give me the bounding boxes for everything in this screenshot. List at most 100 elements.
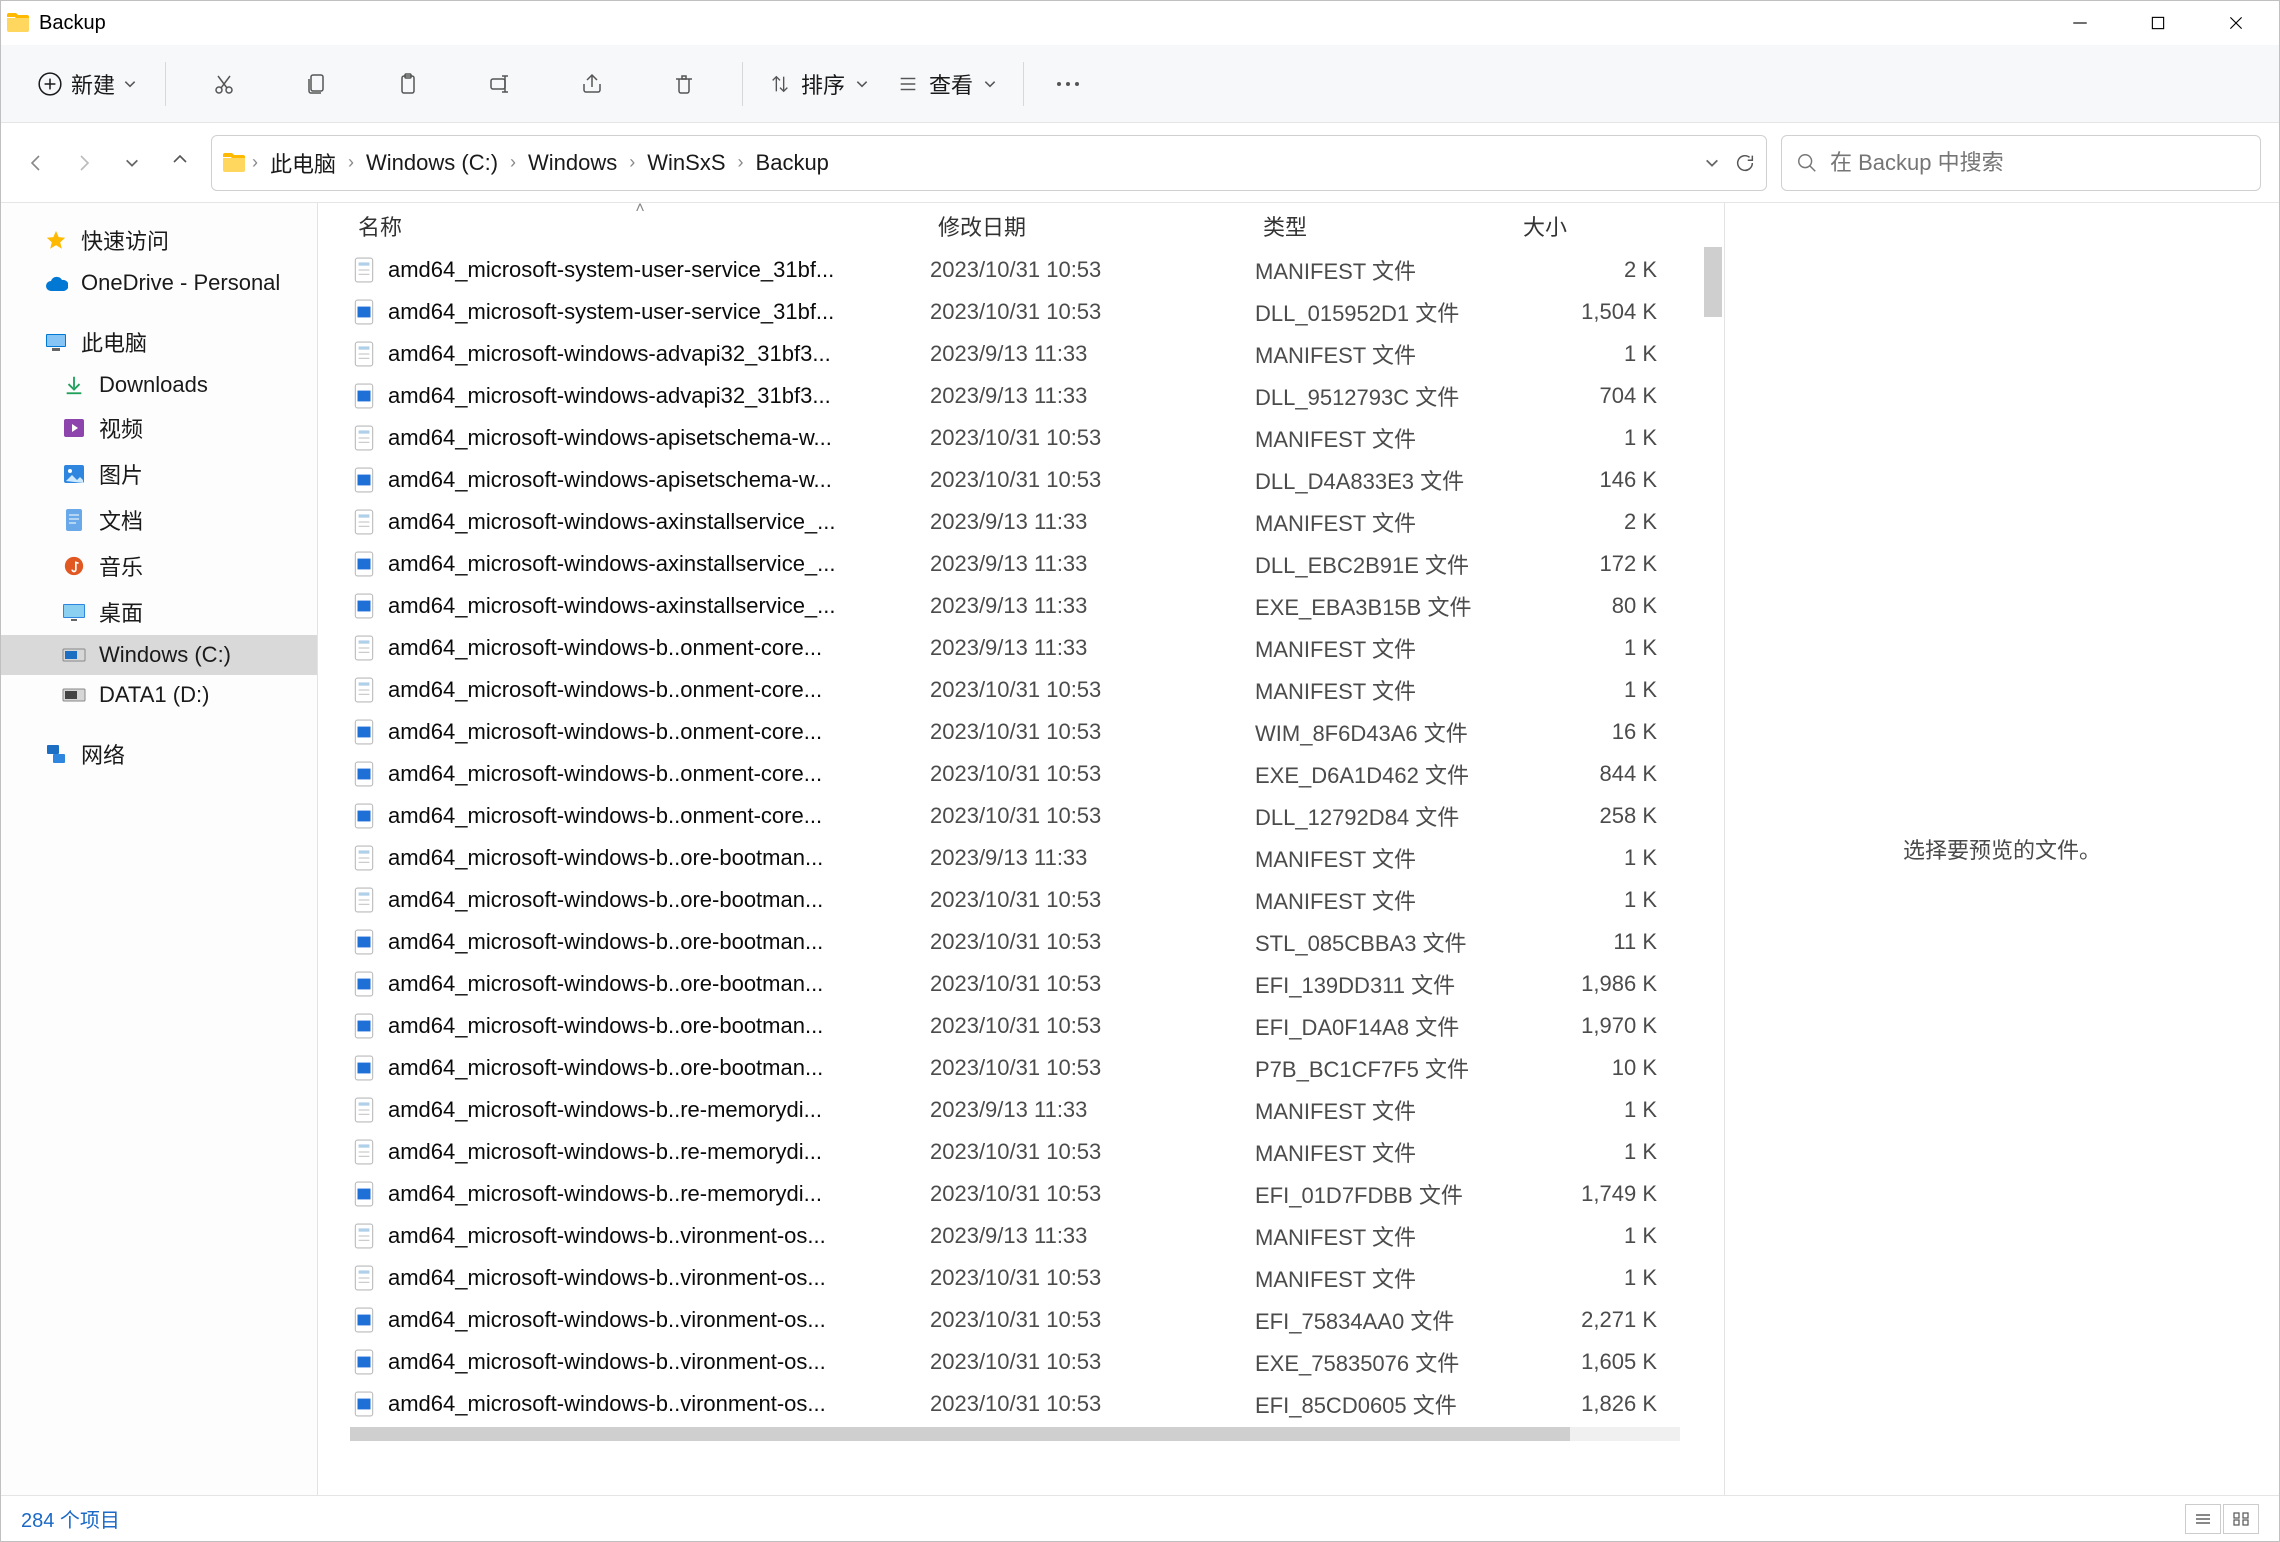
sidebar-item-label: DATA1 (D:) xyxy=(99,682,209,708)
table-row[interactable]: amd64_microsoft-windows-b..re-memorydi..… xyxy=(318,1131,1702,1173)
breadcrumb-item[interactable]: Windows (C:) xyxy=(360,148,504,178)
table-row[interactable]: amd64_microsoft-windows-b..vironment-os.… xyxy=(318,1257,1702,1299)
sidebar-item[interactable]: 图片 xyxy=(1,451,317,497)
table-row[interactable]: amd64_microsoft-windows-b..ore-bootman..… xyxy=(318,963,1702,1005)
sidebar-item[interactable]: 此电脑 xyxy=(1,319,317,365)
refresh-button[interactable] xyxy=(1734,152,1756,174)
table-row[interactable]: amd64_microsoft-windows-b..vironment-os.… xyxy=(318,1341,1702,1383)
file-size: 2,271 K xyxy=(1515,1307,1665,1333)
sidebar-item[interactable]: Windows (C:) xyxy=(1,635,317,675)
search-box[interactable] xyxy=(1781,135,2261,191)
table-row[interactable]: amd64_microsoft-windows-apisetschema-w..… xyxy=(318,459,1702,501)
table-row[interactable]: amd64_microsoft-system-user-service_31bf… xyxy=(318,249,1702,291)
table-row[interactable]: amd64_microsoft-windows-b..vironment-os.… xyxy=(318,1215,1702,1257)
back-button[interactable] xyxy=(19,146,53,180)
col-type[interactable]: 类型 xyxy=(1255,210,1515,242)
file-name: amd64_microsoft-windows-b..vironment-os.… xyxy=(388,1265,930,1291)
file-icon xyxy=(350,676,378,704)
file-size: 10 K xyxy=(1515,1055,1665,1081)
sidebar-item[interactable]: DATA1 (D:) xyxy=(1,675,317,715)
table-row[interactable]: amd64_microsoft-system-user-service_31bf… xyxy=(318,291,1702,333)
chevron-down-icon[interactable] xyxy=(1704,155,1720,171)
sidebar-item[interactable]: Downloads xyxy=(1,365,317,405)
table-row[interactable]: amd64_microsoft-windows-b..ore-bootman..… xyxy=(318,1047,1702,1089)
copy-button[interactable] xyxy=(296,64,336,104)
table-row[interactable]: amd64_microsoft-windows-advapi32_31bf3..… xyxy=(318,375,1702,417)
up-button[interactable] xyxy=(163,146,197,180)
breadcrumb-item[interactable]: WinSxS xyxy=(641,148,731,178)
file-size: 2 K xyxy=(1515,509,1665,535)
table-row[interactable]: amd64_microsoft-windows-b..ore-bootman..… xyxy=(318,1005,1702,1047)
sort-button[interactable]: 排序 xyxy=(759,60,879,108)
file-icon xyxy=(350,550,378,578)
preview-empty-text: 选择要预览的文件。 xyxy=(1903,833,2101,865)
file-date: 2023/10/31 10:53 xyxy=(930,467,1255,493)
file-date: 2023/10/31 10:53 xyxy=(930,1391,1255,1417)
search-input[interactable] xyxy=(1830,150,2246,176)
file-date: 2023/9/13 11:33 xyxy=(930,845,1255,871)
file-icon xyxy=(350,634,378,662)
table-row[interactable]: amd64_microsoft-windows-b..vironment-os.… xyxy=(318,1299,1702,1341)
address-bar[interactable]: › 此电脑›Windows (C:)›Windows›WinSxS›Backup xyxy=(211,135,1767,191)
file-date: 2023/10/31 10:53 xyxy=(930,887,1255,913)
table-row[interactable]: amd64_microsoft-windows-advapi32_31bf3..… xyxy=(318,333,1702,375)
minimize-button[interactable] xyxy=(2041,1,2119,45)
file-type: EXE_D6A1D462 文件 xyxy=(1255,758,1515,790)
sidebar-item[interactable]: 音乐 xyxy=(1,543,317,589)
table-row[interactable]: amd64_microsoft-windows-b..ore-bootman..… xyxy=(318,837,1702,879)
table-row[interactable]: amd64_microsoft-windows-b..ore-bootman..… xyxy=(318,879,1702,921)
recent-locations-button[interactable] xyxy=(115,146,149,180)
more-button[interactable] xyxy=(1048,64,1088,104)
details-view-button[interactable] xyxy=(2185,1504,2221,1534)
network-icon xyxy=(43,741,69,767)
sidebar-item[interactable]: 文档 xyxy=(1,497,317,543)
folder-icon xyxy=(222,153,246,173)
table-row[interactable]: amd64_microsoft-windows-b..onment-core..… xyxy=(318,753,1702,795)
sidebar-item[interactable]: 快速访问 xyxy=(1,217,317,263)
file-date: 2023/10/31 10:53 xyxy=(930,929,1255,955)
thumbnails-view-button[interactable] xyxy=(2223,1504,2259,1534)
col-date[interactable]: 修改日期 xyxy=(930,210,1255,242)
horizontal-scrollbar[interactable] xyxy=(318,1425,1702,1443)
table-row[interactable]: amd64_microsoft-windows-axinstallservice… xyxy=(318,543,1702,585)
view-button[interactable]: 查看 xyxy=(887,60,1007,108)
file-icon xyxy=(350,340,378,368)
sidebar-item[interactable]: 桌面 xyxy=(1,589,317,635)
paste-button[interactable] xyxy=(388,64,428,104)
table-row[interactable]: amd64_microsoft-windows-b..onment-core..… xyxy=(318,669,1702,711)
table-row[interactable]: amd64_microsoft-windows-b..vironment-os.… xyxy=(318,1383,1702,1425)
file-name: amd64_microsoft-windows-b..re-memorydi..… xyxy=(388,1097,930,1123)
breadcrumb-item[interactable]: Windows xyxy=(522,148,623,178)
breadcrumb-item[interactable]: Backup xyxy=(750,148,835,178)
col-name[interactable]: 名称˄ xyxy=(350,210,930,242)
breadcrumb: 此电脑›Windows (C:)›Windows›WinSxS›Backup xyxy=(264,145,835,181)
table-row[interactable]: amd64_microsoft-windows-b..onment-core..… xyxy=(318,795,1702,837)
table-row[interactable]: amd64_microsoft-windows-apisetschema-w..… xyxy=(318,417,1702,459)
table-row[interactable]: amd64_microsoft-windows-axinstallservice… xyxy=(318,501,1702,543)
sidebar-item[interactable]: OneDrive - Personal xyxy=(1,263,317,303)
sidebar-item[interactable]: 网络 xyxy=(1,731,317,777)
sort-icon xyxy=(769,73,791,95)
chevron-right-icon: › xyxy=(252,152,258,173)
forward-button[interactable] xyxy=(67,146,101,180)
close-button[interactable] xyxy=(2197,1,2275,45)
table-row[interactable]: amd64_microsoft-windows-axinstallservice… xyxy=(318,585,1702,627)
vertical-scrollbar[interactable] xyxy=(1702,203,1724,1495)
table-row[interactable]: amd64_microsoft-windows-b..onment-core..… xyxy=(318,711,1702,753)
file-name: amd64_microsoft-windows-b..onment-core..… xyxy=(388,719,930,745)
delete-button[interactable] xyxy=(664,64,704,104)
chevron-right-icon: › xyxy=(738,152,744,173)
sort-indicator-icon: ˄ xyxy=(635,203,644,218)
maximize-button[interactable] xyxy=(2119,1,2197,45)
rename-button[interactable] xyxy=(480,64,520,104)
new-button[interactable]: 新建 xyxy=(25,60,149,108)
col-size[interactable]: 大小 xyxy=(1515,210,1665,242)
table-row[interactable]: amd64_microsoft-windows-b..onment-core..… xyxy=(318,627,1702,669)
breadcrumb-item[interactable]: 此电脑 xyxy=(264,145,342,181)
table-row[interactable]: amd64_microsoft-windows-b..re-memorydi..… xyxy=(318,1089,1702,1131)
table-row[interactable]: amd64_microsoft-windows-b..re-memorydi..… xyxy=(318,1173,1702,1215)
table-row[interactable]: amd64_microsoft-windows-b..ore-bootman..… xyxy=(318,921,1702,963)
cut-button[interactable] xyxy=(204,64,244,104)
share-button[interactable] xyxy=(572,64,612,104)
sidebar-item[interactable]: 视频 xyxy=(1,405,317,451)
